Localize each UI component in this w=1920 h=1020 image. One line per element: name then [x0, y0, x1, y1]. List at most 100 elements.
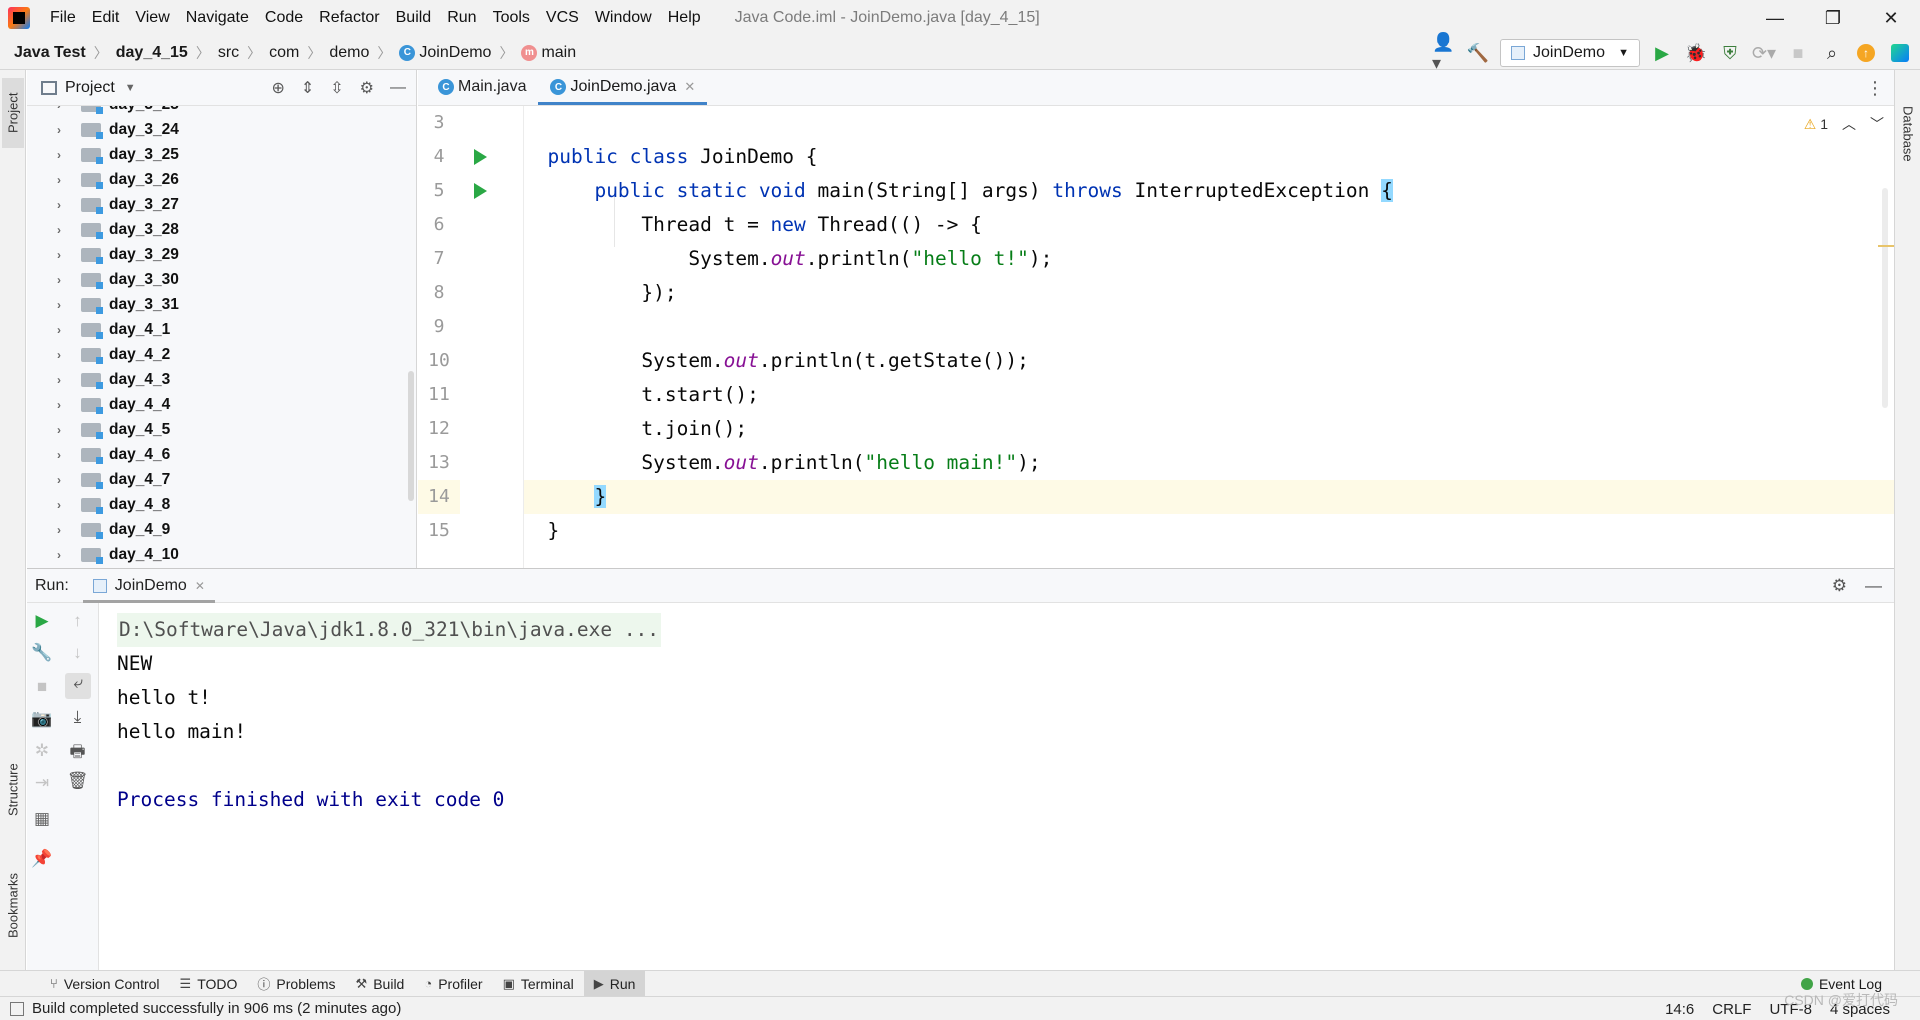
run-configuration-select[interactable]: JoinDemo ▼ — [1500, 39, 1640, 67]
chevron-down-icon[interactable]: ▼ — [125, 82, 136, 94]
search-icon[interactable]: ⌕ — [1820, 41, 1844, 65]
tab-main-java[interactable]: C Main.java — [426, 69, 538, 105]
inspection-widget[interactable]: ⚠ 1 ︿ ﹀ — [1804, 114, 1884, 134]
run-class-gutter-icon[interactable] — [474, 149, 487, 165]
breadcrumb-com[interactable]: com — [269, 44, 299, 62]
rerun-icon[interactable]: ▶ — [27, 611, 57, 631]
editor-scrollbar[interactable] — [1882, 188, 1888, 408]
tree-item[interactable]: › day_4_4 — [27, 392, 416, 417]
menu-code[interactable]: Code — [257, 0, 311, 36]
structure-tool-tab[interactable]: Structure — [2, 750, 24, 830]
tool-profiler[interactable]: ◔ Profiler — [414, 971, 492, 997]
menu-run[interactable]: Run — [439, 0, 484, 36]
hammer-icon[interactable]: 🔨 — [1466, 41, 1490, 65]
arrow-up-icon[interactable]: ↑ — [57, 611, 98, 631]
camera-icon[interactable]: 📷 — [27, 709, 57, 729]
more-options-icon[interactable]: ⋮ — [1866, 78, 1884, 99]
menu-refactor[interactable]: Refactor — [311, 0, 387, 36]
console-output[interactable]: D:\Software\Java\jdk1.8.0_321\bin\java.e… — [99, 603, 1894, 970]
breadcrumb-demo[interactable]: demo — [329, 44, 369, 62]
breadcrumb-method[interactable]: m main — [521, 44, 576, 62]
hide-panel-icon[interactable]: — — [390, 79, 406, 97]
menu-navigate[interactable]: Navigate — [178, 0, 257, 36]
tool-run[interactable]: ▶ Run — [583, 970, 646, 997]
tool-build[interactable]: ⚒ Build — [346, 971, 415, 997]
locate-icon[interactable]: ⊕ — [271, 78, 284, 98]
tree-item[interactable]: › day_3_24 — [27, 117, 416, 142]
scrollbar[interactable] — [408, 371, 414, 501]
tree-item[interactable]: › day_3_28 — [27, 217, 416, 242]
chevron-up-icon[interactable]: ︿ — [1842, 114, 1856, 134]
scroll-to-end-icon[interactable]: ⤓ — [57, 707, 98, 727]
layout-icon[interactable]: ▦ — [27, 809, 57, 829]
tree-item[interactable]: › day_3_25 — [27, 142, 416, 167]
expand-all-icon[interactable]: ⇕ — [301, 78, 314, 98]
tree-item[interactable]: › day_4_9 — [27, 517, 416, 542]
menu-view[interactable]: View — [127, 0, 177, 36]
database-tool-tab[interactable]: Database — [1897, 84, 1919, 184]
caret-position[interactable]: 14:6 — [1665, 1001, 1694, 1018]
tree-item[interactable]: › day_4_7 — [27, 467, 416, 492]
chevron-down-icon[interactable]: ﹀ — [1870, 114, 1884, 134]
tool-version-control[interactable]: ⑂ Version Control — [40, 971, 170, 997]
tool-problems[interactable]: ⓘ Problems — [247, 971, 345, 997]
profile-icon[interactable]: ⟳▾ — [1752, 41, 1776, 65]
close-button[interactable]: ✕ — [1862, 0, 1920, 36]
tree-item[interactable]: › day_4_5 — [27, 417, 416, 442]
hide-panel-icon[interactable]: — — [1865, 576, 1882, 596]
arrow-down-icon[interactable]: ↓ — [57, 643, 98, 663]
tree-item[interactable]: › day_3_27 — [27, 192, 416, 217]
tree-item[interactable]: › day_4_1 — [27, 317, 416, 342]
code-area[interactable]: public class JoinDemo { public static vo… — [524, 106, 1894, 568]
tool-terminal[interactable]: ▣ Terminal — [493, 971, 584, 997]
soft-wrap-icon[interactable]: ⤶ — [65, 673, 91, 699]
bookmarks-tool-tab[interactable]: Bookmarks — [2, 860, 24, 950]
warning-stripe[interactable] — [1878, 245, 1894, 247]
menu-help[interactable]: Help — [660, 0, 709, 36]
trash-icon[interactable]: 🗑 — [57, 771, 98, 791]
menu-file[interactable]: File — [42, 0, 84, 36]
update-icon[interactable]: ↑ — [1854, 41, 1878, 65]
stop-icon[interactable]: ■ — [27, 677, 57, 697]
run-main-gutter-icon[interactable] — [474, 183, 487, 199]
line-separator[interactable]: CRLF — [1712, 1001, 1751, 1018]
print-icon[interactable]: 🖶 — [57, 739, 98, 768]
jetbrains-toolbox-icon[interactable] — [1888, 41, 1912, 65]
project-panel-title[interactable]: Project — [65, 79, 115, 97]
close-tab-icon[interactable]: ✕ — [195, 579, 205, 593]
status-message[interactable]: Build completed successfully in 906 ms (… — [32, 1000, 401, 1017]
tree-item[interactable]: › day_3_31 — [27, 292, 416, 317]
minimize-button[interactable]: — — [1746, 0, 1804, 36]
restore-button[interactable]: ❐ — [1804, 0, 1862, 36]
tree-item[interactable]: › day_4_10 — [27, 542, 416, 567]
menu-vcs[interactable]: VCS — [538, 0, 587, 36]
tree-item-partial[interactable]: › day_3_23 — [27, 106, 416, 117]
menu-edit[interactable]: Edit — [84, 0, 128, 36]
menu-build[interactable]: Build — [388, 0, 440, 36]
tree-item[interactable]: › day_4_2 — [27, 342, 416, 367]
run-tab-joindemo[interactable]: JoinDemo ✕ — [82, 569, 215, 603]
breadcrumb-src[interactable]: src — [218, 44, 239, 62]
tool-todo[interactable]: ☰ TODO — [170, 971, 248, 997]
gear-icon[interactable]: ⚙ — [360, 78, 374, 98]
toggle-tool-windows-icon[interactable] — [10, 1001, 24, 1016]
collapse-all-icon[interactable]: ⇳ — [330, 78, 343, 98]
breadcrumb-project[interactable]: Java Test — [14, 44, 86, 62]
coverage-icon[interactable]: ⛨ — [1718, 41, 1742, 65]
pin-icon[interactable]: 📌 — [27, 849, 57, 869]
gear-icon[interactable]: ⚙ — [1832, 576, 1847, 596]
tree-item[interactable]: › day_4_8 — [27, 492, 416, 517]
exit-icon[interactable]: ⇥ — [27, 773, 57, 793]
tree-item[interactable]: › day_4_6 — [27, 442, 416, 467]
tree-item[interactable]: › day_4_3 — [27, 367, 416, 392]
tab-joindemo-java[interactable]: C JoinDemo.java ✕ — [538, 69, 707, 105]
stop-icon[interactable]: ■ — [1786, 41, 1810, 65]
breadcrumb-class[interactable]: C JoinDemo — [399, 44, 491, 62]
tree-item[interactable]: › day_3_26 — [27, 167, 416, 192]
breadcrumb-module[interactable]: day_4_15 — [116, 44, 188, 62]
tree-item[interactable]: › day_3_30 — [27, 267, 416, 292]
project-tool-tab[interactable]: Project — [2, 78, 24, 148]
bug-icon[interactable]: ✲ — [27, 741, 57, 761]
wrench-icon[interactable]: 🔧 — [27, 643, 57, 663]
menu-window[interactable]: Window — [587, 0, 660, 36]
